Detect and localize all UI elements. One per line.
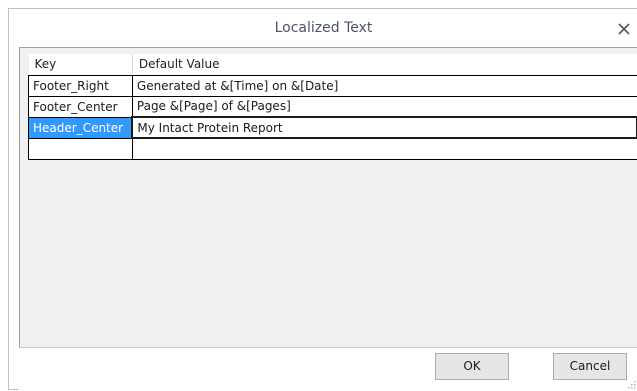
ok-button[interactable]: OK [435, 353, 509, 380]
title-bar[interactable]: Localized Text [9, 9, 637, 48]
table-row-new[interactable] [29, 138, 637, 159]
key-cell[interactable]: Header_Center [29, 117, 133, 138]
value-cell[interactable]: My Intact Protein Report [132, 117, 637, 138]
cancel-button[interactable]: Cancel [553, 353, 627, 380]
column-header-default-value[interactable]: Default Value [132, 54, 637, 75]
localized-text-grid: Key Default Value Footer_Right Generated… [28, 54, 637, 160]
key-cell[interactable] [29, 138, 133, 159]
value-cell[interactable]: Page &[Page] of &[Pages] [132, 96, 637, 117]
close-button[interactable] [612, 13, 637, 43]
value-cell[interactable] [132, 138, 637, 159]
key-cell[interactable]: Footer_Center [29, 96, 133, 117]
table-row[interactable]: Footer_Right Generated at &[Time] on &[D… [29, 75, 637, 96]
column-header-key[interactable]: Key [29, 54, 133, 75]
resize-grip-icon[interactable] [626, 379, 636, 389]
key-cell[interactable]: Footer_Right [29, 75, 133, 96]
value-cell[interactable]: Generated at &[Time] on &[Date] [132, 75, 637, 96]
table-row[interactable]: Footer_Center Page &[Page] of &[Pages] [29, 96, 637, 117]
grid-container: Key Default Value Footer_Right Generated… [19, 47, 637, 347]
button-bar: OK Cancel [19, 347, 637, 391]
close-icon [618, 23, 630, 35]
dialog-window: Localized Text Key Default Value Footer_… [8, 8, 637, 390]
dialog-title: Localized Text [9, 20, 637, 36]
table-row-selected[interactable]: Header_Center My Intact Protein Report [29, 117, 637, 138]
grid-header-row: Key Default Value [29, 54, 637, 75]
